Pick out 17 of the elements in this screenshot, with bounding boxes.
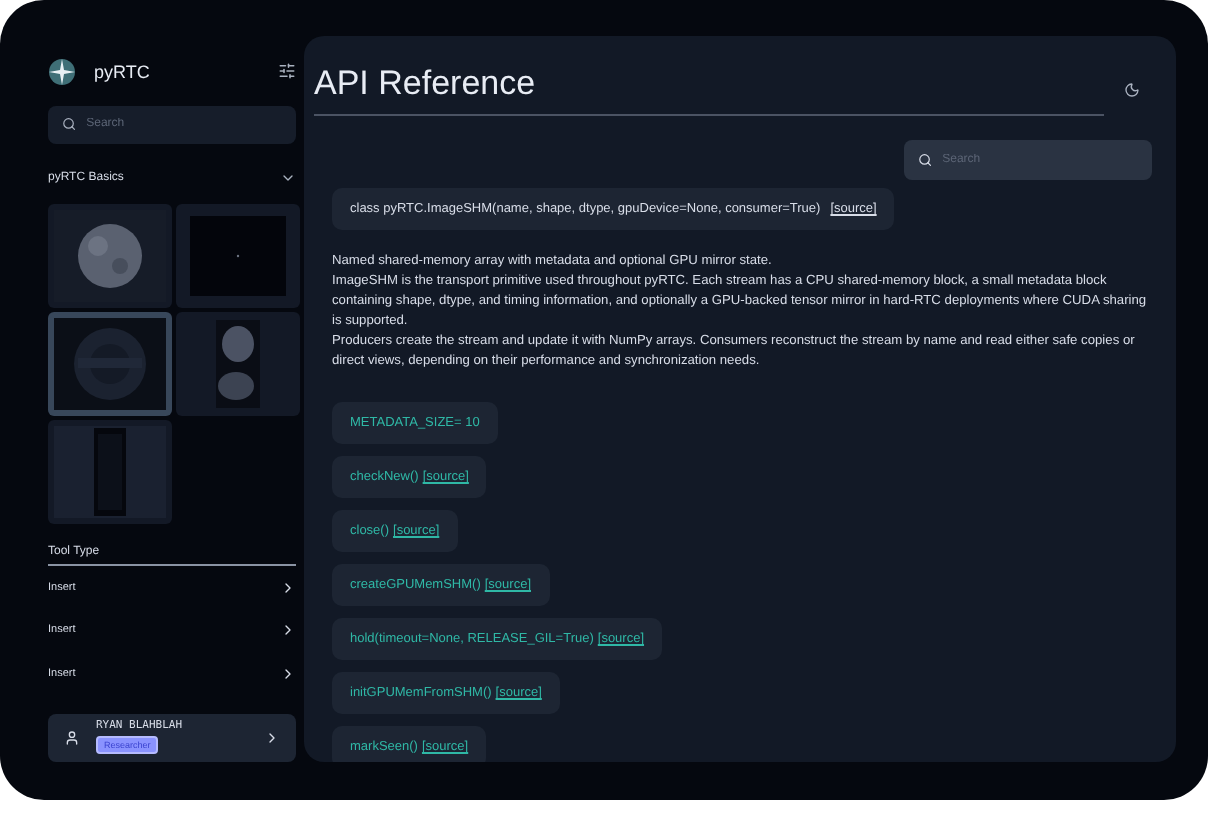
user-icon	[64, 729, 80, 746]
chevron-right-icon	[280, 665, 296, 682]
search-icon	[918, 152, 933, 168]
chevron-right-icon	[280, 579, 296, 596]
thumbnail[interactable]	[48, 420, 172, 524]
page-title: API Reference	[314, 64, 1104, 116]
brand-name: pyRTC	[94, 61, 152, 82]
moon-icon[interactable]	[1124, 82, 1140, 98]
search-icon	[62, 116, 77, 133]
thumbnail[interactable]	[48, 204, 172, 308]
thumbnail[interactable]	[176, 204, 300, 308]
thumbnail[interactable]	[176, 312, 300, 416]
logo-icon	[48, 57, 76, 86]
chevron-right-icon	[280, 622, 296, 639]
thumbnail[interactable]	[48, 312, 172, 416]
settings-icon[interactable]	[278, 62, 296, 81]
chevron-right-icon	[264, 729, 280, 746]
